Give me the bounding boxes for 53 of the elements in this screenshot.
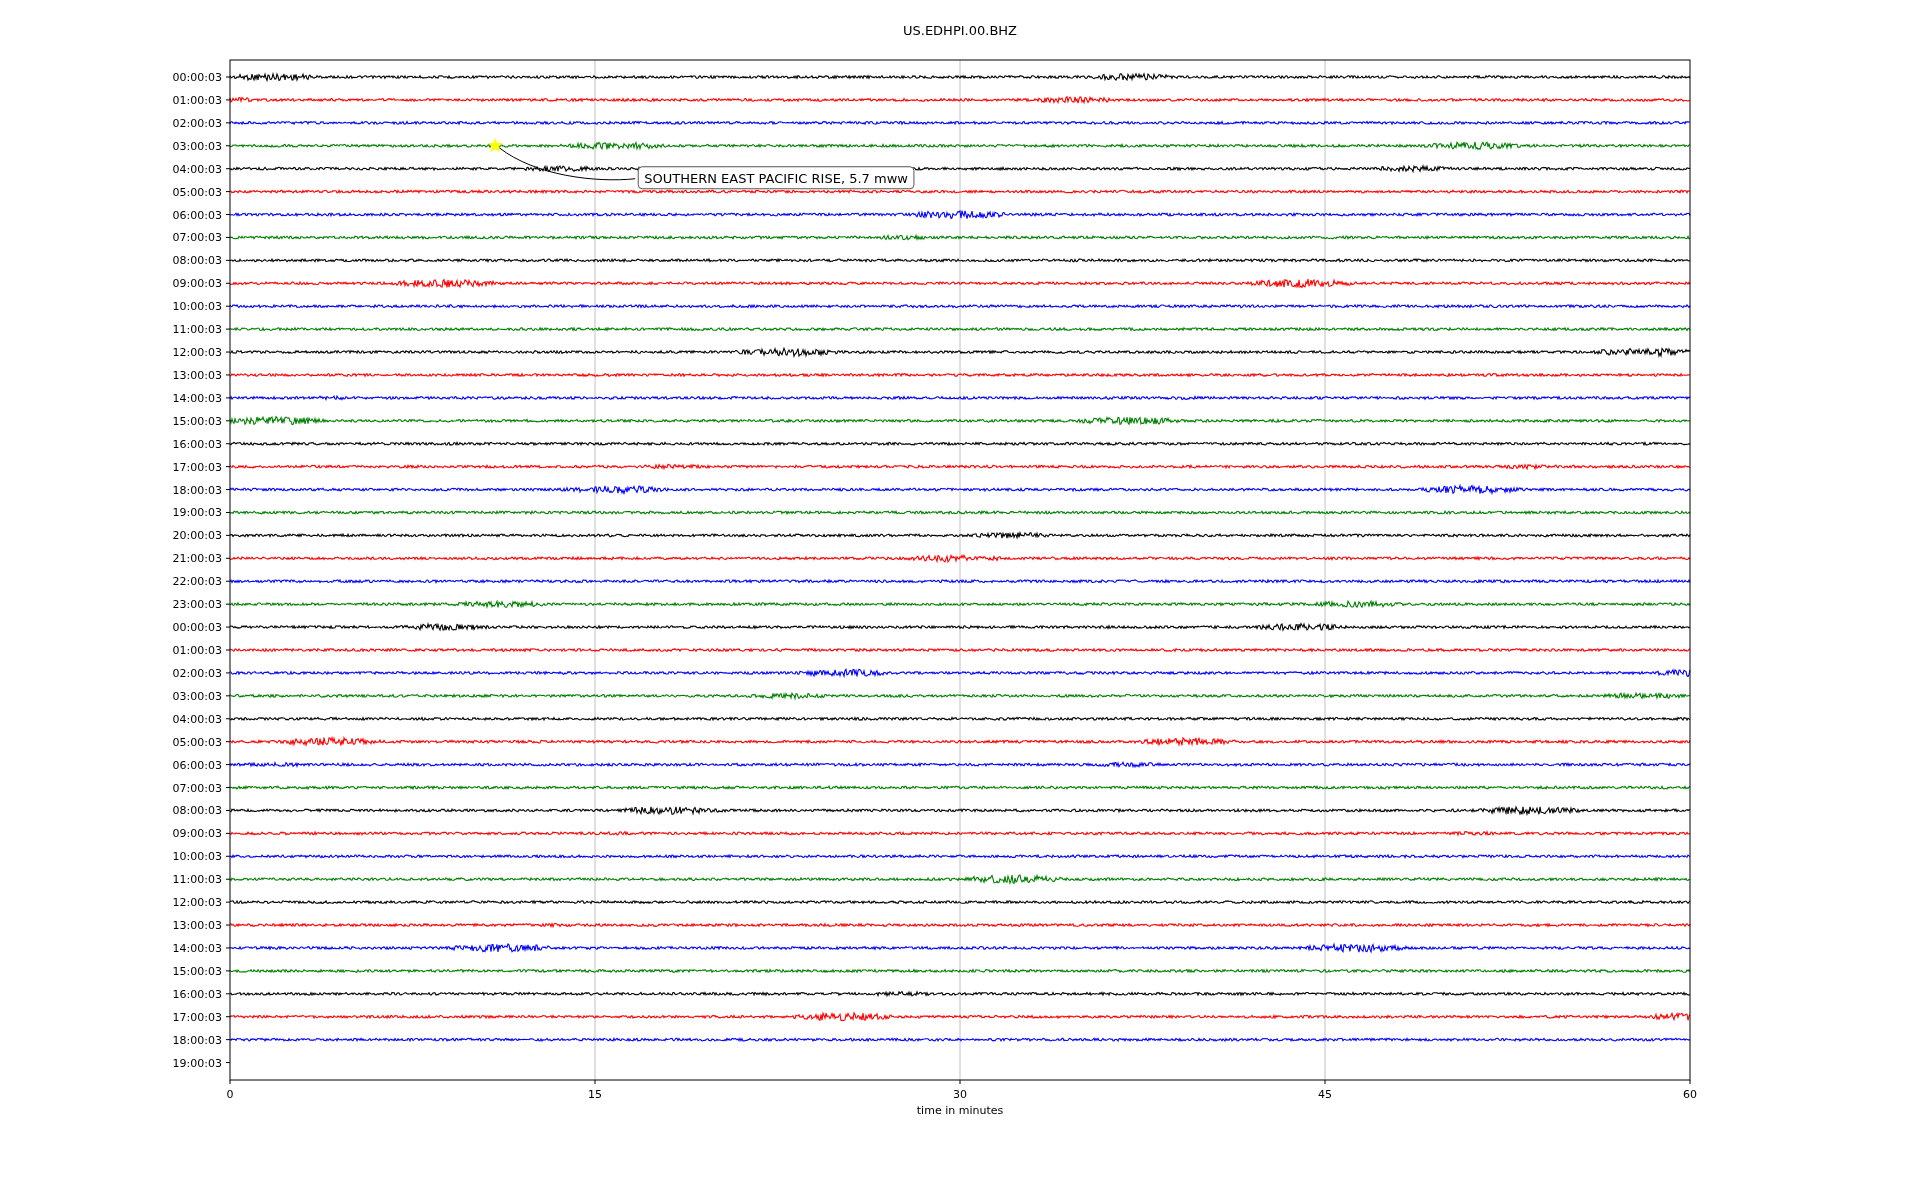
time-label: 01:00:03: [172, 644, 222, 657]
time-label: 04:00:03: [172, 712, 222, 726]
tick-label: 15: [588, 1088, 602, 1101]
time-label: 04:00:03: [172, 162, 222, 176]
time-label: 06:00:03: [172, 758, 222, 772]
time-label: 21:00:03: [172, 552, 222, 566]
time-label: 08:00:03: [172, 804, 222, 818]
time-label: 17:00:03: [172, 1010, 222, 1024]
time-label: 22:00:03: [172, 575, 222, 589]
time-label: 14:00:03: [172, 391, 222, 405]
time-label: 19:00:03: [172, 1056, 222, 1070]
time-label: 15:00:03: [172, 964, 222, 978]
time-label: 17:00:03: [172, 460, 222, 474]
time-label: 13:00:03: [172, 368, 222, 382]
time-label: 01:00:03: [172, 93, 222, 107]
time-label: 15:00:03: [172, 414, 222, 428]
time-label: 14:00:03: [172, 941, 222, 955]
time-label: 05:00:03: [172, 185, 222, 199]
time-label: 13:00:03: [172, 919, 222, 933]
tick-label: 60: [1683, 1088, 1697, 1101]
time-label: 07:00:03: [172, 781, 222, 795]
time-label: 05:00:03: [172, 735, 222, 749]
time-label: 11:00:03: [172, 873, 222, 887]
tick-label: 0: [226, 1088, 234, 1101]
time-label: 00:00:03: [172, 621, 222, 635]
time-label: 20:00:03: [172, 529, 222, 543]
time-label: 19:00:03: [172, 506, 222, 520]
time-label: 03:00:03: [172, 689, 222, 703]
time-label: 02:00:03: [172, 666, 222, 680]
time-label: 10:00:03: [172, 850, 222, 864]
time-label: 08:00:03: [172, 254, 222, 268]
time-label: 12:00:03: [172, 896, 222, 910]
time-label: 12:00:03: [172, 346, 222, 360]
time-label: 11:00:03: [172, 323, 222, 337]
time-label: 16:00:03: [172, 987, 222, 1001]
time-label: 06:00:03: [172, 208, 222, 222]
star-icon: [487, 137, 503, 153]
plot-title: US.EDHPI.00.BHZ: [903, 23, 1017, 38]
time-label: 09:00:03: [172, 827, 222, 841]
axis-label: time in minutes: [916, 1104, 1004, 1117]
time-label: 18:00:03: [172, 483, 222, 497]
time-label: 10:00:03: [172, 300, 222, 314]
time-label: 23:00:03: [172, 598, 222, 612]
tick-label: 45: [1318, 1088, 1332, 1101]
tick-label: 30: [953, 1088, 967, 1101]
time-label: 18:00:03: [172, 1033, 222, 1047]
time-label: 07:00:03: [172, 231, 222, 245]
time-label: 00:00:03: [172, 71, 222, 84]
time-label: 16:00:03: [172, 437, 222, 451]
event-label: SOUTHERN EAST PACIFIC RISE, 5.7 mww: [637, 166, 915, 190]
time-label: 02:00:03: [172, 116, 222, 130]
time-label: 09:00:03: [172, 277, 222, 291]
time-label: 03:00:03: [172, 139, 222, 153]
